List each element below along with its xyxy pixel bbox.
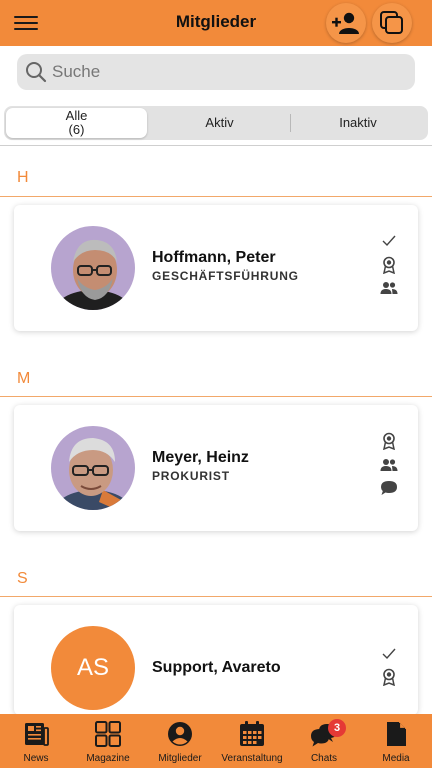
nav-label: Veranstaltung [221,753,283,764]
calendar-icon [240,721,264,746]
avatar [51,226,135,310]
member-role: GESCHÄFTSFÜHRUNG [152,269,299,283]
search-bar-container: Suche [0,46,432,98]
award-icon [380,432,398,450]
member-card-support[interactable]: AS Support, Avareto [14,605,418,715]
member-name: Hoffmann, Peter [152,249,276,266]
member-name: Meyer, Heinz [152,449,249,466]
nav-chats[interactable]: 3 Chats [288,714,360,768]
nav-news[interactable]: News [0,714,72,768]
search-icon [26,62,47,83]
page-title: Mitglieder [175,12,257,31]
nav-media[interactable]: Media [360,714,432,768]
bottom-navigation: News Magazine Mitglieder Veranstaltung 3… [0,714,432,768]
section-header-s: S [17,570,28,587]
account-circle-icon [168,722,192,746]
section-header-h: H [17,169,29,186]
divider [0,145,432,146]
person-add-icon [332,12,359,34]
check-icon [380,645,398,663]
nav-label: Media [382,753,410,764]
search-input[interactable]: Suche [17,54,415,90]
avatar-initials: AS [51,626,135,710]
tab-alle-label: Alle [65,108,88,123]
newspaper-icon [25,723,49,746]
tab-alle-count: (6) [68,122,85,137]
nav-label: Chats [310,753,338,764]
document-icon [387,722,406,746]
section-divider [0,196,432,197]
nav-veranstaltung[interactable]: Veranstaltung [216,714,288,768]
tab-inaktiv[interactable]: Inaktiv [290,108,426,138]
nav-mitglieder[interactable]: Mitglieder [144,714,216,768]
tab-aktiv[interactable]: Aktiv [149,108,290,138]
unread-badge: 3 [328,719,346,737]
avatar [51,426,135,510]
group-icon [380,456,398,474]
nav-label: Magazine [86,753,130,764]
section-divider [0,396,432,397]
copy-button[interactable] [372,3,412,43]
member-name: Support, Avareto [152,659,281,676]
filter-tabs: Alle (6) Aktiv Inaktiv [4,106,428,140]
chat-icon [380,479,398,497]
award-icon [380,668,398,686]
grid-icon [95,721,121,747]
nav-label: Mitglieder [158,753,202,764]
copy-icon [380,11,403,34]
add-member-button[interactable] [326,3,366,43]
section-divider [0,596,432,597]
app-header: Mitglieder [0,0,432,46]
nav-label: News [23,753,49,764]
check-icon [380,232,398,250]
search-placeholder: Suche [52,62,101,81]
member-role: PROKURIST [152,469,230,483]
member-card-hoffmann[interactable]: Hoffmann, Peter GESCHÄFTSFÜHRUNG [14,205,418,331]
nav-magazine[interactable]: Magazine [72,714,144,768]
member-card-meyer[interactable]: Meyer, Heinz PROKURIST [14,405,418,531]
group-icon [380,279,398,297]
award-icon [380,256,398,274]
tab-alle[interactable]: Alle (6) [6,108,147,138]
section-header-m: M [17,370,31,387]
